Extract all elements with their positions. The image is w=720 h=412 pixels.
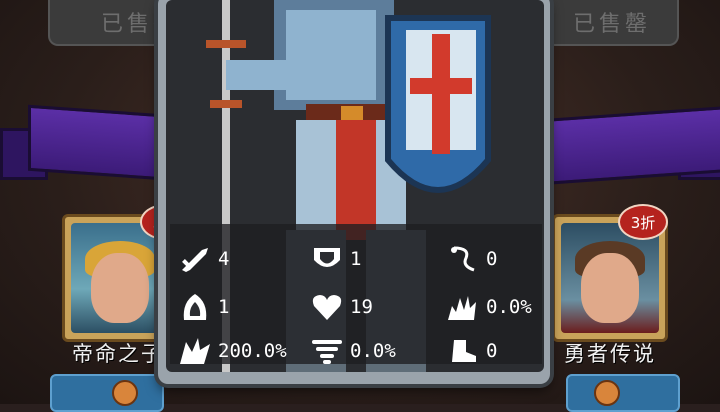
sold-out-banner-right: 已售罄: [545, 0, 679, 46]
stat-defense: 1: [310, 244, 361, 274]
heart-icon: [312, 295, 342, 320]
stat-value: 19: [350, 296, 373, 318]
hero-face: [581, 253, 639, 323]
ribbon-right: [540, 104, 720, 186]
stat-value: 0: [486, 248, 498, 270]
crit-icon: [180, 338, 210, 364]
shield-icon: [314, 248, 340, 267]
burst-icon: [448, 296, 476, 320]
sword-icon: [182, 248, 208, 272]
stat-value: 1: [218, 296, 230, 318]
coin-icon: [594, 380, 620, 406]
stat-stealth: 1: [178, 292, 229, 322]
stat-burst: 0.0%: [446, 292, 532, 322]
stat-value: 0.0%: [350, 340, 396, 362]
tornado-icon: [312, 340, 342, 364]
stat-attack: 4: [178, 244, 229, 274]
stat-evasion: 0.0%: [310, 336, 396, 366]
boot-icon: [452, 340, 476, 362]
buy-button-left[interactable]: [50, 374, 164, 412]
stat-value: 0: [486, 340, 498, 362]
stat-value: 4: [218, 248, 230, 270]
coin-icon: [112, 380, 138, 406]
stat-speed: 0: [446, 336, 497, 366]
stat-whip: 0: [446, 244, 497, 274]
stat-health: 19: [310, 292, 373, 322]
stat-value: 1: [350, 248, 362, 270]
hero-name-right: 勇者传说: [564, 342, 656, 366]
hood-icon: [183, 294, 207, 320]
hero-name-left: 帝命之子: [72, 342, 164, 366]
stat-crit: 200.0%: [178, 336, 287, 366]
stat-value: 0.0%: [486, 296, 532, 318]
hero-face: [91, 253, 149, 323]
buy-button-right[interactable]: [566, 374, 680, 412]
stat-value: 200.0%: [218, 340, 287, 362]
hero-portrait-left: [71, 223, 169, 333]
whip-icon: [451, 246, 475, 272]
discount-badge-right: 3折: [618, 204, 668, 240]
